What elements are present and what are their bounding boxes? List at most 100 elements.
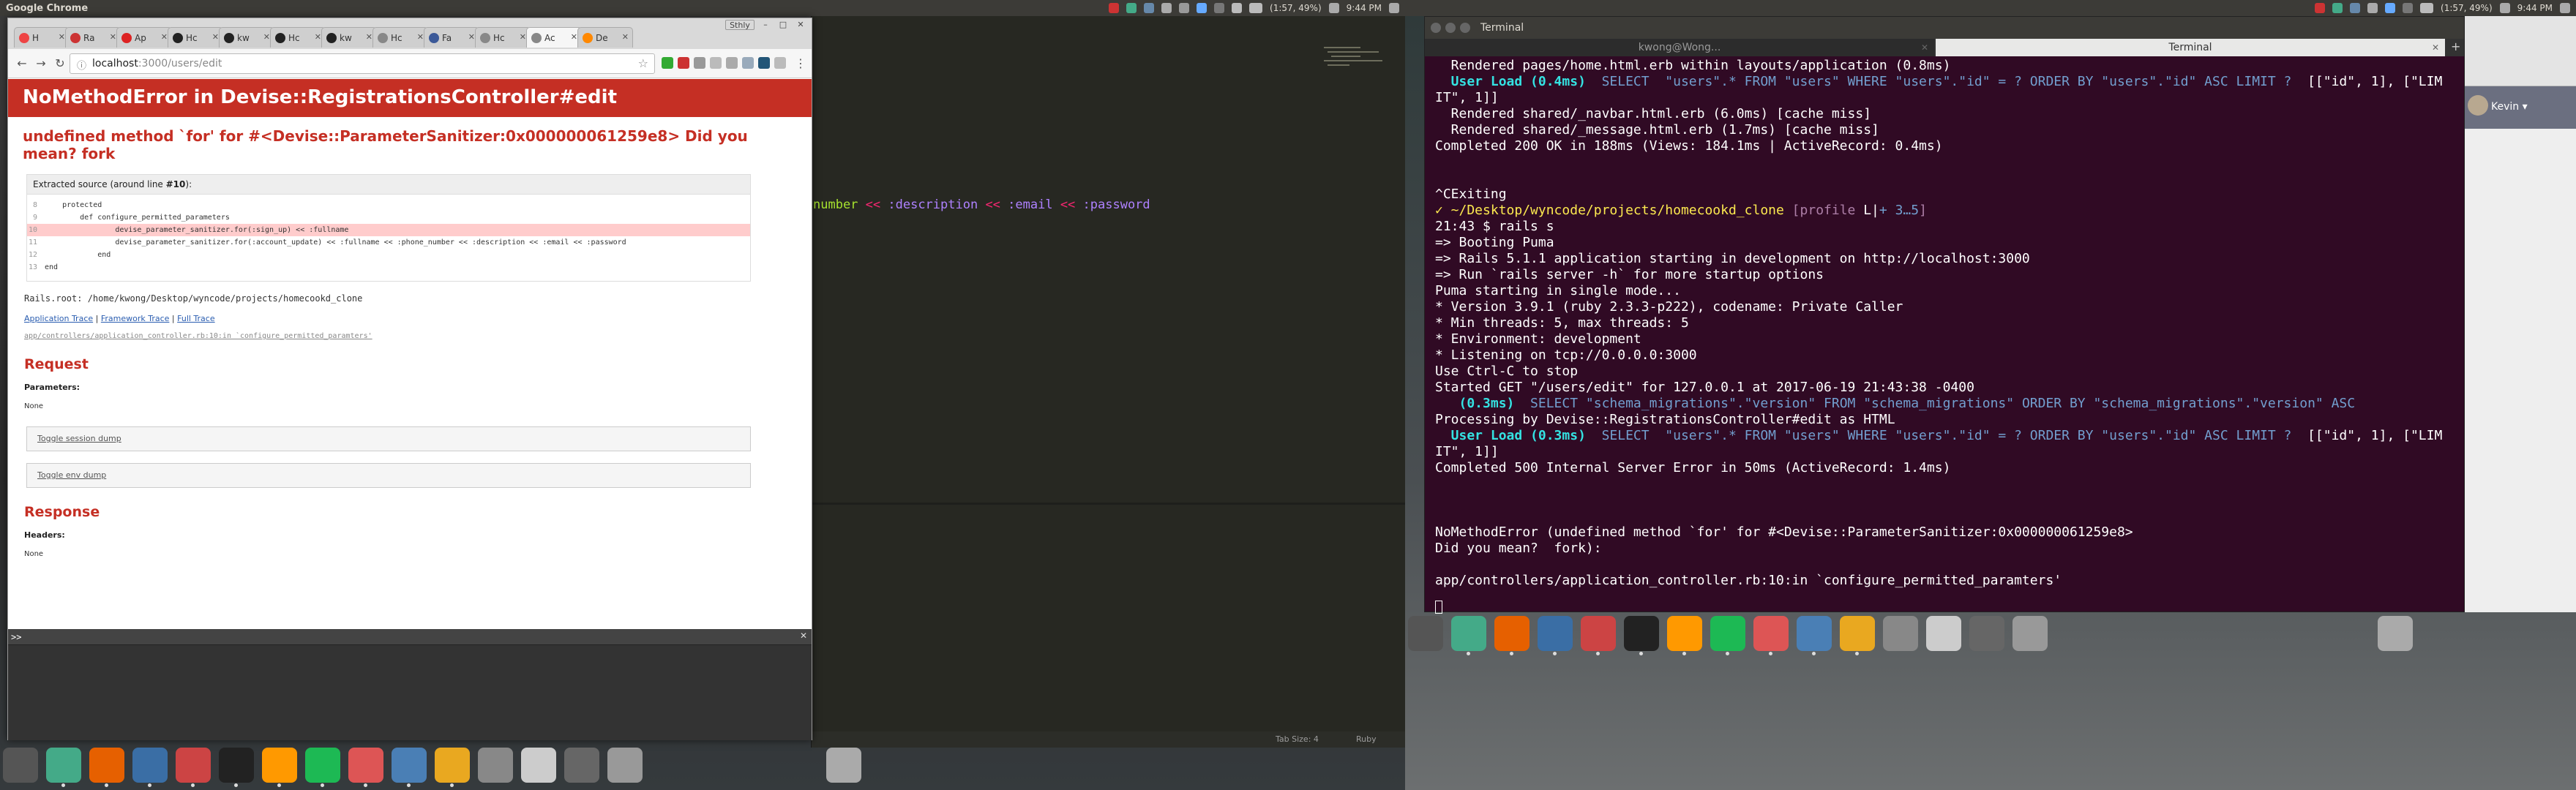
close-tab-icon[interactable]: ✕	[110, 32, 116, 42]
trash-icon[interactable]	[2378, 616, 2413, 651]
bluetooth-icon[interactable]	[1179, 3, 1190, 13]
extension-icon[interactable]	[678, 57, 689, 69]
volume-icon[interactable]	[1328, 3, 1339, 13]
sublime-launcher-icon[interactable]	[262, 748, 297, 787]
mail-icon[interactable]	[2385, 3, 2396, 13]
browser-tab[interactable]: De ✕	[577, 27, 633, 48]
close-tab-icon[interactable]: ✕	[520, 32, 526, 42]
terminal-launcher-icon[interactable]	[1624, 616, 1659, 655]
recorder-icon[interactable]	[2315, 3, 2326, 13]
close-tab-icon[interactable]: ✕	[571, 32, 577, 42]
keyboard-layout-icon[interactable]	[1214, 3, 1225, 13]
chrome-tray-icon[interactable]	[2332, 3, 2343, 13]
mail-icon[interactable]	[1197, 3, 1208, 13]
editor-split-divider[interactable]	[812, 503, 1405, 505]
spotify-launcher-icon[interactable]	[1710, 616, 1745, 655]
code-editor-window[interactable]: number << :description << :email << :pas…	[811, 16, 1405, 748]
settings-launcher-icon[interactable]	[176, 748, 211, 787]
close-tab-icon[interactable]: ✕	[417, 32, 424, 42]
browser-tab[interactable]: Hc ✕	[270, 27, 326, 48]
thunderbird-launcher-icon[interactable]	[1797, 616, 1832, 655]
extension-icon[interactable]	[758, 57, 770, 69]
text-editor-launcher-icon[interactable]	[521, 748, 556, 783]
maximize-icon[interactable]: □	[776, 20, 790, 30]
forward-icon[interactable]: →	[33, 56, 49, 72]
extension-icon[interactable]	[742, 57, 754, 69]
battery-icon[interactable]	[2420, 3, 2434, 13]
wifi-icon[interactable]	[1161, 3, 1172, 13]
dropbox-icon[interactable]	[2350, 3, 2361, 13]
workspaces-launcher-icon[interactable]	[1969, 616, 2004, 651]
close-tab-icon[interactable]: ✕	[468, 32, 475, 42]
scanner-launcher-icon[interactable]	[1883, 616, 1918, 651]
close-tab-icon[interactable]: ✕	[315, 32, 321, 42]
bookmark-star-icon[interactable]: ☆	[638, 56, 648, 70]
clock[interactable]: 9:44 PM	[2517, 3, 2553, 13]
extension-icon[interactable]	[726, 57, 738, 69]
extension-icon[interactable]	[774, 57, 786, 69]
close-icon[interactable]	[1431, 23, 1441, 33]
minimize-icon[interactable]	[1445, 23, 1456, 33]
drive-launcher-icon[interactable]	[607, 748, 643, 783]
close-tab-icon[interactable]: ✕	[263, 32, 270, 42]
chrome-tray-icon[interactable]	[1126, 3, 1137, 13]
console-prompt[interactable]: >>	[11, 632, 21, 642]
browser-tab[interactable]: Hc ✕	[475, 27, 531, 48]
toggle-env-dump[interactable]: Toggle env dump	[26, 463, 751, 488]
application-trace-link[interactable]: Application Trace	[24, 314, 93, 323]
chrome-launcher-icon[interactable]	[46, 748, 81, 787]
browser-tab[interactable]: Hc ✕	[168, 27, 223, 48]
close-tab-icon[interactable]: ✕	[212, 32, 219, 42]
menu-icon[interactable]: ⋮	[793, 56, 809, 72]
dropbox-icon[interactable]	[1144, 3, 1155, 13]
full-trace-link[interactable]: Full Trace	[177, 314, 215, 323]
firefox-launcher-icon[interactable]	[1494, 616, 1530, 655]
reload-icon[interactable]: ↻	[52, 56, 68, 72]
browser-tab[interactable]: Fa ✕	[424, 27, 479, 48]
files-launcher-icon[interactable]	[1538, 616, 1573, 655]
trace-line-link[interactable]: app/controllers/application_controller.r…	[8, 323, 812, 340]
drive-launcher-icon[interactable]	[2012, 616, 2048, 651]
power-icon[interactable]	[2560, 3, 2570, 13]
sublime-launcher-icon[interactable]	[1667, 616, 1702, 655]
avatar[interactable]	[2468, 95, 2488, 116]
page-info-icon[interactable]: ⓘ	[77, 58, 86, 72]
extension-icon[interactable]	[694, 57, 705, 69]
close-icon[interactable]: ✕	[794, 20, 807, 30]
scanner-launcher-icon[interactable]	[478, 748, 513, 783]
close-tab-icon[interactable]: ✕	[2432, 39, 2439, 56]
close-tab-icon[interactable]: ✕	[366, 32, 372, 42]
browser-tab[interactable]: kw ✕	[321, 27, 377, 48]
terminal-window[interactable]: Terminal kwong@Wong... ✕ Terminal ✕ + Rend…	[1424, 16, 2465, 614]
thunderbird-launcher-icon[interactable]	[392, 748, 427, 787]
trash-icon[interactable]	[826, 748, 861, 783]
chrome-launcher-icon[interactable]	[1451, 616, 1486, 655]
minimize-icon[interactable]: –	[759, 20, 772, 30]
back-icon[interactable]: ←	[14, 56, 30, 72]
close-tab-icon[interactable]: ✕	[161, 32, 168, 42]
calendar-launcher-icon[interactable]	[1753, 616, 1789, 655]
framework-trace-link[interactable]: Framework Trace	[101, 314, 170, 323]
editor-code-line[interactable]: number << :description << :email << :pas…	[813, 198, 1150, 212]
address-bar[interactable]: ⓘ localhost:3000/users/edit ☆	[70, 53, 655, 74]
battery-icon[interactable]	[1249, 3, 1263, 13]
dash-launcher-icon[interactable]	[1408, 616, 1443, 651]
spotify-launcher-icon[interactable]	[305, 748, 340, 787]
console-close-icon[interactable]: ✕	[800, 631, 807, 641]
syntax-indicator[interactable]: Ruby	[1356, 734, 1377, 744]
browser-tab[interactable]: Ra ✕	[65, 27, 121, 48]
terminal-launcher-icon[interactable]	[219, 748, 254, 787]
extension-icon[interactable]	[710, 57, 722, 69]
browser-tab[interactable]: H ✕	[14, 27, 70, 48]
profile-button[interactable]: Sthly	[725, 20, 755, 30]
recorder-icon[interactable]	[1109, 3, 1120, 13]
terminal-tab[interactable]: kwong@Wong... ✕	[1425, 39, 1934, 56]
browser-tab[interactable]: kw ✕	[219, 27, 274, 48]
close-tab-icon[interactable]: ✕	[59, 32, 65, 42]
wifi-icon[interactable]	[2367, 3, 2378, 13]
close-tab-icon[interactable]: ✕	[1921, 39, 1928, 56]
extension-icon[interactable]	[662, 57, 673, 69]
slack-launcher-icon[interactable]	[435, 748, 470, 787]
dash-launcher-icon[interactable]	[3, 748, 38, 783]
user-menu[interactable]: Kevin ▾	[2491, 101, 2528, 113]
